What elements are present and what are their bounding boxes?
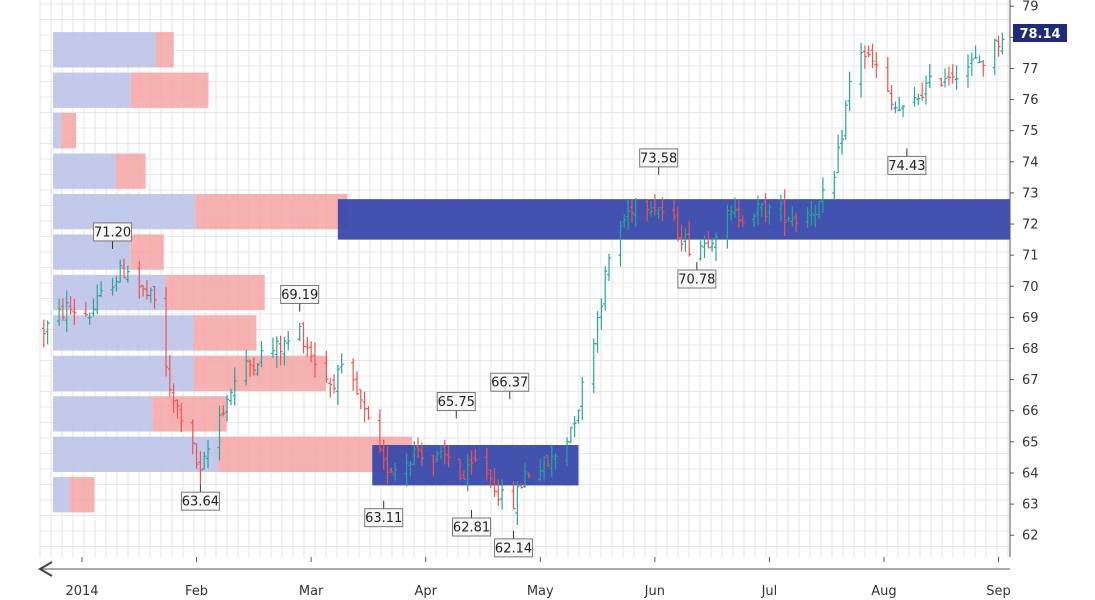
y-tick-label: 71 (1022, 249, 1039, 264)
x-tick-label: Sep (986, 584, 1011, 599)
volume-profile-down-bar (130, 234, 164, 270)
callout-label: 74.43 (888, 159, 925, 174)
y-axis-ticks: 626364656667686970717273747576777879 (1010, 0, 1039, 544)
y-tick-label: 64 (1022, 466, 1039, 481)
volume-profile-down-bar (193, 355, 326, 392)
y-tick-label: 62 (1022, 529, 1039, 544)
volume-profile-down-bar (69, 477, 95, 513)
callout-label: 63.11 (365, 511, 402, 526)
volume-profile-up-bar (53, 436, 219, 472)
volume-profile-up-bar (53, 153, 116, 189)
x-tick-label: 2014 (65, 584, 98, 599)
x-tick-label: Jun (644, 584, 665, 599)
volume-profile-down-bar (155, 32, 174, 68)
x-tick-label: May (527, 584, 554, 599)
volume-profile-up-bar (53, 274, 166, 311)
callout-label: 65.75 (438, 395, 475, 410)
callout-label: 71.20 (94, 225, 131, 240)
callout-label: 62.14 (495, 541, 532, 556)
volume-profile-down-bar (193, 315, 257, 351)
y-tick-label: 74 (1022, 155, 1039, 170)
callout-label: 73.58 (640, 151, 677, 166)
volume-profile-up-bar (53, 477, 70, 513)
x-tick-label: Aug (871, 584, 896, 599)
y-tick-label: 63 (1022, 498, 1039, 513)
volume-profile-up-bar (53, 32, 156, 68)
last-price-label: 78.14 (1019, 27, 1060, 42)
volume-profile-up-bar (53, 355, 194, 392)
volume-profile-down-bar (61, 113, 77, 149)
y-tick-label: 69 (1022, 311, 1039, 326)
volume-profile-down-bar (195, 193, 348, 230)
volume-profile-down-bar (165, 274, 265, 311)
volume-profile-down-bar (130, 72, 209, 108)
y-tick-label: 66 (1022, 404, 1039, 419)
y-tick-label: 75 (1022, 124, 1039, 139)
x-tick-label: Mar (299, 584, 324, 599)
callout-label: 69.19 (281, 288, 318, 303)
volume-profile-up-bar (53, 72, 131, 108)
volume-profile-down-bar (115, 153, 146, 189)
callout-label: 63.64 (182, 495, 219, 510)
y-tick-label: 79 (1022, 0, 1039, 15)
price-chart: 626364656667686970717273747576777879 201… (38, 0, 1067, 599)
y-tick-label: 73 (1022, 186, 1039, 201)
volume-profile-up-bar (53, 113, 62, 149)
x-tick-label: Jul (761, 584, 778, 599)
y-tick-label: 76 (1022, 93, 1039, 108)
y-tick-label: 77 (1022, 62, 1039, 77)
y-tick-label: 70 (1022, 280, 1039, 295)
last-price-marker: 78.14 (1013, 23, 1067, 42)
callout-label: 62.81 (453, 521, 490, 536)
x-axis-ticks: 2014 Feb Mar Apr May Jun Jul Aug Sep (65, 557, 1011, 599)
volume-profile (53, 32, 412, 513)
volume-profile-up-bar (53, 396, 153, 432)
callout-label: 70.78 (678, 273, 715, 288)
callout-label: 66.37 (491, 376, 528, 391)
y-tick-label: 68 (1022, 342, 1039, 357)
x-tick-label: Feb (185, 584, 208, 599)
y-tick-label: 72 (1022, 218, 1039, 233)
y-tick-label: 65 (1022, 435, 1039, 450)
x-tick-label: Apr (414, 584, 437, 599)
y-tick-label: 67 (1022, 373, 1039, 388)
volume-profile-down-bar (152, 396, 227, 432)
